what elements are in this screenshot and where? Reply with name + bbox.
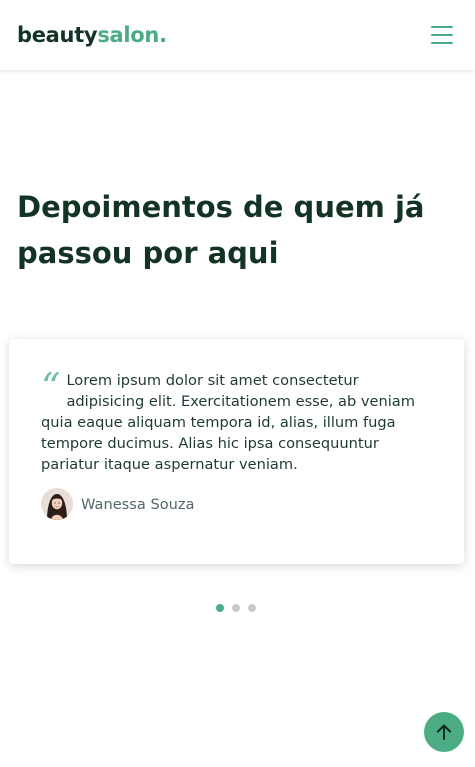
menu-bar-middle: [431, 34, 453, 36]
arrow-up-icon: [437, 724, 451, 740]
section-title: Depoimentos de quem já passou por aqui: [17, 190, 425, 270]
site-logo[interactable]: beautysalon.: [17, 23, 167, 47]
logo-text-beauty: beauty: [17, 23, 98, 47]
quote-icon: “: [41, 365, 61, 409]
avatar: [41, 488, 73, 520]
carousel-dot-2[interactable]: [232, 604, 240, 612]
hamburger-menu-icon[interactable]: [431, 26, 455, 44]
testimonial-text: Lorem ipsum dolor sit amet consectetur a…: [41, 372, 415, 473]
testimonial-author: Wanessa Souza: [41, 488, 432, 520]
carousel-dot-1[interactable]: [216, 604, 224, 612]
menu-bar-bottom: [431, 42, 453, 44]
testimonial-card: “ Lorem ipsum dolor sit amet consectetur…: [9, 339, 464, 564]
carousel-pagination: [216, 604, 256, 612]
author-name: Wanessa Souza: [81, 495, 195, 513]
menu-bar-top: [431, 26, 453, 28]
carousel-dot-3[interactable]: [248, 604, 256, 612]
back-to-top-button[interactable]: [424, 712, 464, 752]
avatar-portrait-icon: [41, 488, 73, 520]
logo-text-salon: salon.: [97, 23, 167, 47]
site-header: beautysalon.: [0, 0, 475, 70]
